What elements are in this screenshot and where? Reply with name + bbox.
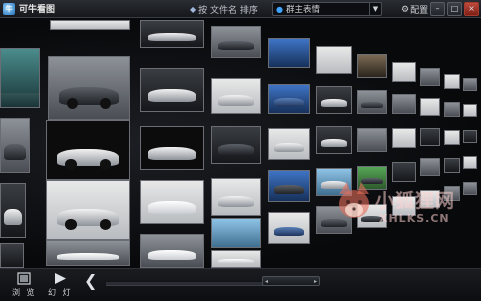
folder-select-value: 群主表情 (285, 5, 320, 15)
sort-label: 按 文件名 排序 (198, 6, 258, 16)
photo-thumbnail[interactable] (420, 190, 440, 208)
photo-thumbnail[interactable] (463, 156, 477, 169)
photo-thumbnail[interactable] (140, 20, 204, 48)
photo-thumbnail[interactable] (392, 94, 416, 114)
photo-thumbnail[interactable] (392, 196, 416, 216)
photo-thumbnail[interactable] (140, 126, 204, 170)
maximize-button[interactable]: □ (447, 2, 462, 16)
scroll-control[interactable]: ◂ ▸ (262, 276, 320, 286)
photo-thumbnail[interactable] (316, 168, 352, 196)
photo-thumbnail[interactable] (316, 206, 352, 234)
photo-thumbnail[interactable] (0, 48, 40, 108)
scroll-right-icon[interactable]: ▸ (314, 278, 317, 285)
window-controls: – □ × (430, 2, 479, 16)
close-button[interactable]: × (464, 2, 479, 16)
photo-thumbnail[interactable] (392, 162, 416, 182)
photo-thumbnail[interactable] (211, 178, 261, 216)
photo-thumbnail[interactable] (463, 78, 477, 91)
photo-thumbnail[interactable] (211, 78, 261, 114)
photo-thumbnail[interactable] (357, 128, 387, 152)
app-logo-char: 牛 (5, 4, 13, 13)
photo-thumbnail[interactable] (420, 128, 440, 146)
photo-thumbnail[interactable] (211, 218, 261, 248)
app-title: 可牛看图 (19, 5, 56, 15)
photo-thumbnail[interactable] (268, 128, 310, 160)
photo-thumbnail[interactable] (48, 56, 130, 120)
scroll-left-icon[interactable]: ◂ (265, 278, 268, 285)
photo-thumbnail[interactable] (0, 183, 26, 238)
photo-thumbnail[interactable] (268, 170, 310, 202)
chevron-down-icon[interactable]: ▼ (369, 3, 381, 15)
photo-thumbnail[interactable] (140, 234, 204, 268)
photo-thumbnail[interactable] (140, 180, 204, 224)
photo-thumbnail[interactable] (268, 84, 310, 114)
photo-thumbnail[interactable] (357, 90, 387, 114)
photo-thumbnail[interactable] (316, 126, 352, 154)
photo-wall: 小狐狸网 XHLKS.CN (0, 18, 481, 268)
photo-thumbnail[interactable] (0, 243, 24, 268)
slideshow-label: 幻 灯 (48, 288, 73, 297)
photo-thumbnail[interactable] (140, 68, 204, 112)
photo-thumbnail[interactable] (316, 86, 352, 114)
photo-thumbnail[interactable] (357, 204, 387, 228)
prev-arrow-button[interactable]: ❮ (84, 273, 97, 289)
photo-thumbnail[interactable] (444, 186, 460, 201)
photo-thumbnail[interactable] (268, 212, 310, 244)
play-icon (55, 273, 67, 284)
photo-thumbnail[interactable] (463, 130, 477, 143)
photo-thumbnail[interactable] (46, 240, 130, 266)
app-logo-icon: 牛 (3, 2, 15, 15)
browse-icon (17, 272, 31, 285)
bottom-toolbar: 浏 览 幻 灯 ❮ ◂ ▸ (0, 268, 481, 301)
slideshow-button[interactable]: 幻 灯 (48, 272, 73, 298)
browse-label: 浏 览 (12, 288, 37, 297)
photo-thumbnail[interactable] (211, 126, 261, 164)
folder-marker-icon: ● (276, 4, 283, 14)
photo-thumbnail[interactable] (392, 62, 416, 82)
photo-thumbnail[interactable] (211, 250, 261, 268)
sort-arrow-icon: ◆ (190, 5, 197, 14)
photo-thumbnail[interactable] (463, 182, 477, 195)
photo-thumbnail[interactable] (268, 38, 310, 68)
photo-thumbnail[interactable] (463, 104, 477, 117)
config-button[interactable]: ⚙ 配置 (401, 3, 429, 17)
photo-thumbnail[interactable] (444, 158, 460, 173)
gear-icon: ⚙ (401, 4, 410, 15)
photo-thumbnail[interactable] (420, 158, 440, 176)
photo-thumbnail[interactable] (0, 118, 30, 173)
photo-thumbnail[interactable] (444, 102, 460, 117)
folder-select[interactable]: ● 群主表情 ▼ (272, 2, 382, 16)
sort-button[interactable]: ◆ 按 文件名 排序 (190, 3, 258, 16)
photo-thumbnail[interactable] (46, 180, 130, 240)
minimize-button[interactable]: – (430, 2, 445, 16)
photo-thumbnail[interactable] (50, 20, 130, 30)
photo-thumbnail[interactable] (357, 54, 387, 78)
config-label: 配置 (410, 6, 429, 16)
browse-button[interactable]: 浏 览 (12, 272, 37, 298)
photo-thumbnail[interactable] (420, 68, 440, 86)
photo-thumbnail[interactable] (46, 120, 130, 180)
title-bar: 牛 可牛看图 ◆ 按 文件名 排序 ● 群主表情 ▼ ⚙ 配置 – □ × (0, 0, 481, 18)
photo-thumbnail[interactable] (316, 46, 352, 74)
photo-thumbnail[interactable] (392, 128, 416, 148)
photo-thumbnail[interactable] (420, 98, 440, 116)
photo-thumbnail[interactable] (357, 166, 387, 190)
photo-thumbnail[interactable] (211, 26, 261, 58)
photo-thumbnail[interactable] (444, 74, 460, 89)
photo-thumbnail[interactable] (444, 130, 460, 145)
